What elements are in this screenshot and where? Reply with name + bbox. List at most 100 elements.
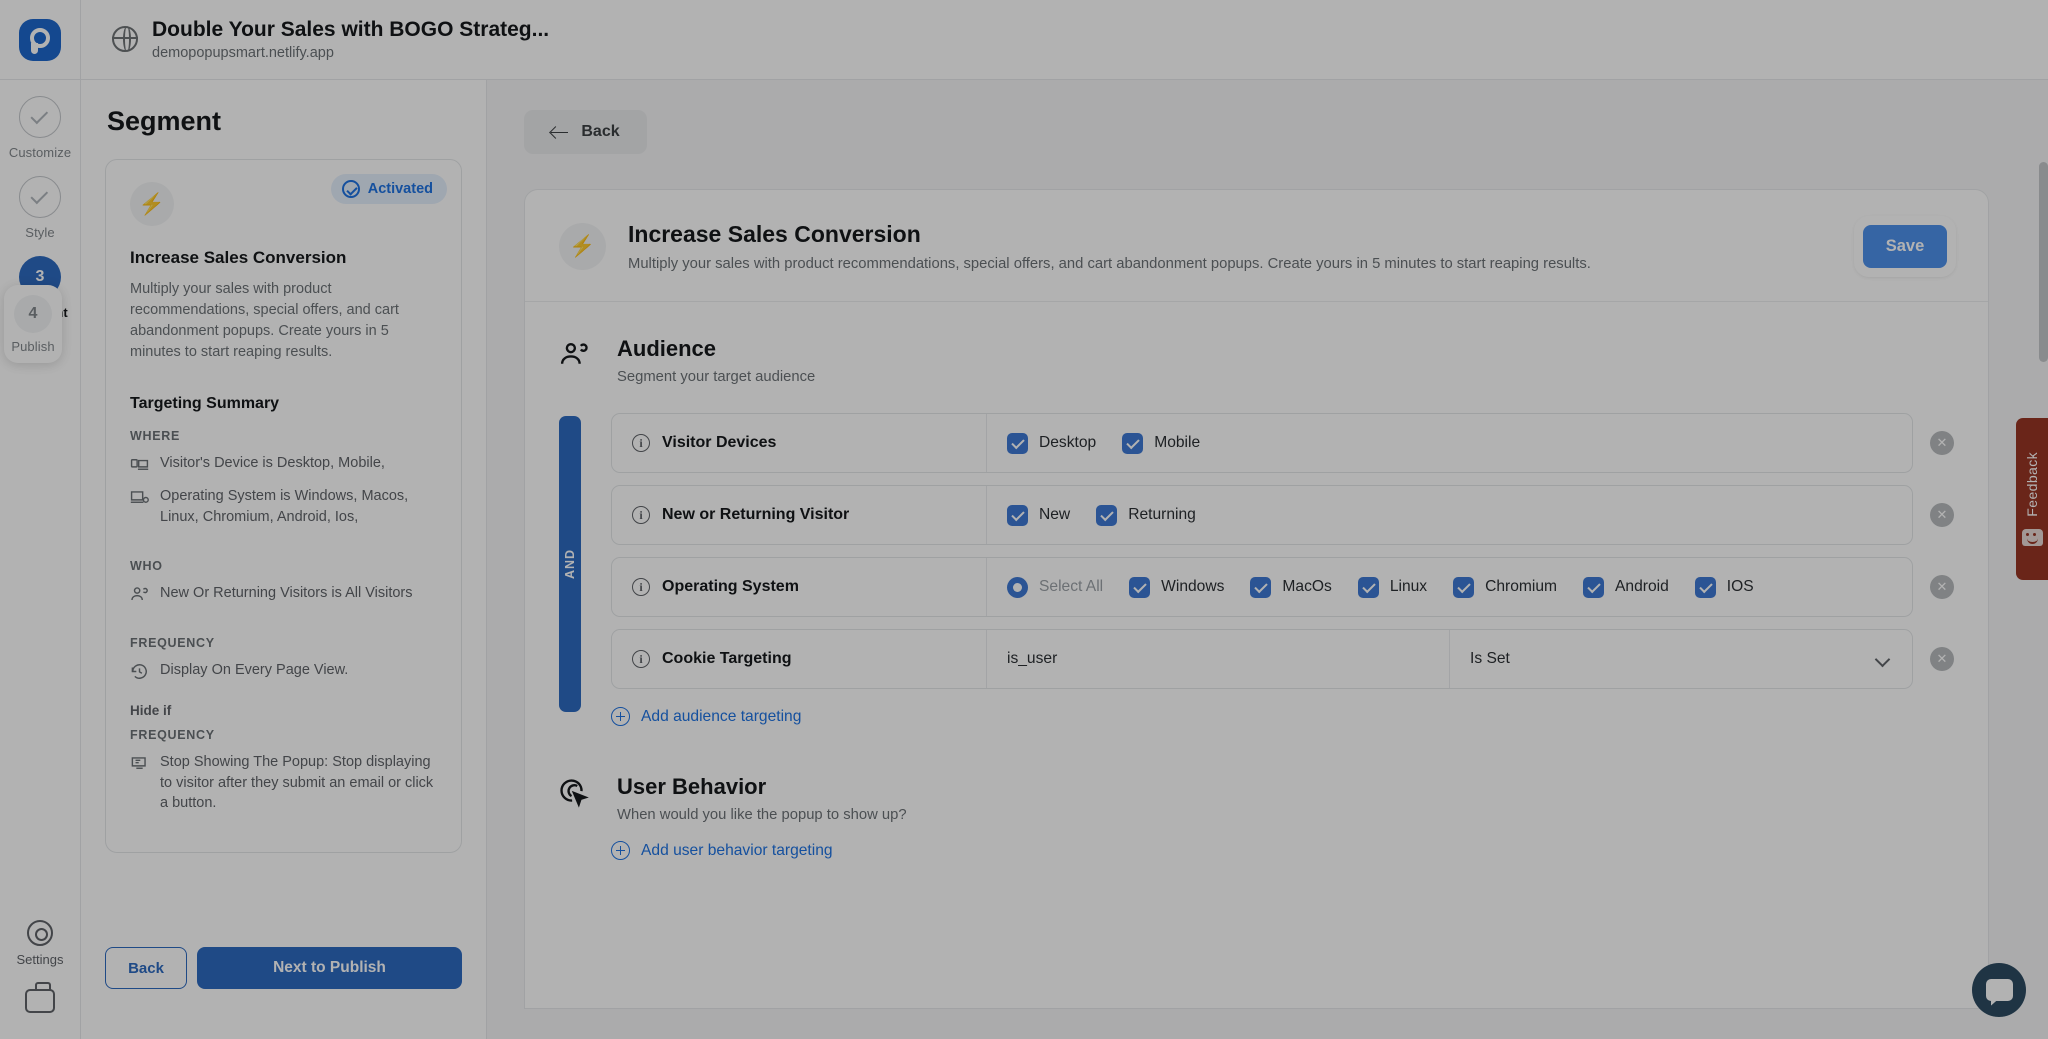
cookie-name-input[interactable]: is_user (987, 630, 1450, 688)
rule-label: i Operating System (612, 558, 987, 616)
sidebar-item-style[interactable]: Style (0, 160, 81, 240)
summary-item: Stop Showing The Popup: Stop displaying … (130, 752, 437, 814)
audience-rules: AND i Visitor Devices Desktop Mobile ✕ i… (559, 413, 1954, 726)
arrow-left-icon (551, 124, 569, 141)
hide-if-label: Hide if (130, 703, 172, 719)
info-icon[interactable]: i (632, 650, 650, 668)
checkbox-checked-icon[interactable] (1122, 432, 1144, 454)
rule-label: i Cookie Targeting (612, 630, 987, 688)
summary-item-text: New Or Returning Visitors is All Visitor… (160, 585, 413, 602)
rule-name: Cookie Targeting (662, 650, 792, 667)
option-mobile[interactable]: Mobile (1122, 432, 1200, 454)
remove-rule-button[interactable]: ✕ (1930, 503, 1954, 527)
intercom-chat-button[interactable] (1972, 963, 2026, 1017)
audience-subtitle: Segment your target audience (617, 369, 816, 385)
cursor-target-icon (560, 779, 589, 808)
campaign-title: Increase Sales Conversion (130, 248, 347, 267)
summary-item-text: Operating System is Windows, Macos, Linu… (160, 488, 409, 525)
campaign-desc: Multiply your sales with product recomme… (130, 281, 399, 361)
add-audience-label: Add audience targeting (641, 707, 802, 725)
globe-icon (111, 26, 138, 53)
checkbox-checked-icon[interactable] (1357, 576, 1379, 598)
feedback-label: Feedback (2024, 452, 2040, 517)
summary-group-label: WHERE (130, 429, 181, 444)
add-audience-targeting-button[interactable]: Add audience targeting (611, 707, 1954, 726)
option-returning[interactable]: Returning (1096, 504, 1196, 526)
top-bar: Double Your Sales with BOGO Strateg... d… (0, 0, 2048, 80)
bolt-icon: ⚡ (559, 223, 606, 270)
save-button-highlight: Save (1856, 218, 1954, 275)
popupsmart-logo-icon[interactable] (19, 18, 61, 61)
info-icon[interactable]: i (632, 578, 650, 596)
checkbox-checked-icon[interactable] (1007, 432, 1028, 454)
checkbox-checked-icon[interactable] (1694, 576, 1716, 598)
option-macos[interactable]: MacOs (1250, 576, 1332, 598)
user-behavior-title: User Behavior (617, 774, 767, 799)
visitors-icon (131, 587, 148, 601)
feedback-tab[interactable]: Feedback (2016, 418, 2048, 580)
option-windows[interactable]: Windows (1129, 576, 1225, 598)
sheet-desc: Multiply your sales with product recomme… (628, 256, 1591, 272)
remove-rule-button[interactable]: ✕ (1930, 647, 1954, 671)
checkbox-checked-icon[interactable] (1096, 504, 1118, 526)
sidebar-item-customize[interactable]: Customize (0, 80, 81, 160)
option-ios[interactable]: IOS (1694, 576, 1754, 598)
check-circle-icon (341, 180, 360, 198)
page-title: Double Your Sales with BOGO Strateg... (152, 17, 550, 41)
option-new[interactable]: New (1007, 504, 1070, 526)
option-label: Windows (1161, 578, 1225, 595)
option-label: Returning (1128, 506, 1196, 523)
add-behavior-label: Add user behavior targeting (641, 841, 833, 859)
audience-section: Audience Segment your target audience AN… (525, 302, 1988, 726)
checkbox-checked-icon[interactable] (1250, 576, 1272, 598)
settings-label: Settings (16, 952, 64, 967)
user-behavior-subtitle: When would you like the popup to show up… (617, 807, 907, 823)
checkbox-checked-icon[interactable] (1129, 576, 1151, 598)
check-icon (30, 106, 49, 124)
next-to-publish-button[interactable]: Next to Publish (197, 947, 462, 989)
gear-icon[interactable] (26, 920, 53, 946)
smiley-icon (2021, 528, 2043, 546)
panel-actions: Back Next to Publish (105, 947, 462, 989)
audience-title: Audience (617, 336, 717, 361)
scrollbar[interactable] (2039, 162, 2048, 362)
checkbox-checked-icon[interactable] (1007, 504, 1028, 526)
and-operator-bar: AND (559, 416, 581, 712)
save-button[interactable]: Save (1863, 225, 1947, 268)
main-content: Back ⚡ Increase Sales Conversion Multipl… (487, 80, 2048, 1039)
segment-panel: Segment Activated ⚡ Increase Sales Conve… (81, 80, 487, 1039)
brand-cell (0, 0, 81, 80)
option-android[interactable]: Android (1583, 576, 1669, 598)
summary-item-text: Visitor's Device is Desktop, Mobile, (160, 455, 385, 472)
back-button[interactable]: Back (105, 947, 187, 989)
checkbox-checked-icon[interactable] (1453, 576, 1475, 598)
sidebar-item-label: Customize (8, 145, 72, 160)
add-user-behavior-targeting-button[interactable]: Add user behavior targeting (611, 841, 1954, 860)
summary-group-label: WHO (130, 559, 163, 574)
checkbox-checked-icon[interactable] (1583, 576, 1605, 598)
radio-selected-icon[interactable] (1007, 576, 1028, 598)
option-label: Chromium (1485, 578, 1558, 595)
back-button-main[interactable]: Back (524, 110, 647, 154)
sidebar-item-publish[interactable]: 4 Publish (4, 285, 62, 363)
option-label: Android (1615, 578, 1669, 595)
rule-name: Operating System (662, 578, 799, 595)
summary-item: Display On Every Page View. (130, 660, 437, 681)
remove-rule-button[interactable]: ✕ (1930, 431, 1954, 455)
table-row: i Operating System Select All Windows Ma… (611, 557, 1954, 617)
option-linux[interactable]: Linux (1357, 576, 1427, 598)
device-icon (130, 459, 149, 471)
info-icon[interactable]: i (632, 434, 650, 452)
info-icon[interactable]: i (632, 506, 650, 524)
status-badge: Activated (330, 174, 447, 204)
option-select-all[interactable]: Select All (1007, 576, 1103, 598)
option-label: IOS (1726, 578, 1754, 595)
panel-title: Segment (107, 106, 222, 136)
option-chromium[interactable]: Chromium (1453, 576, 1558, 598)
cookie-condition-select[interactable]: Is Set (1450, 630, 1912, 688)
remove-rule-button[interactable]: ✕ (1930, 575, 1954, 599)
option-desktop[interactable]: Desktop (1007, 432, 1096, 454)
campaign-card: Activated ⚡ Increase Sales Conversion Mu… (105, 159, 462, 853)
summary-item-text: Stop Showing The Popup: Stop displaying … (160, 754, 434, 812)
briefcase-icon[interactable] (24, 982, 55, 1013)
